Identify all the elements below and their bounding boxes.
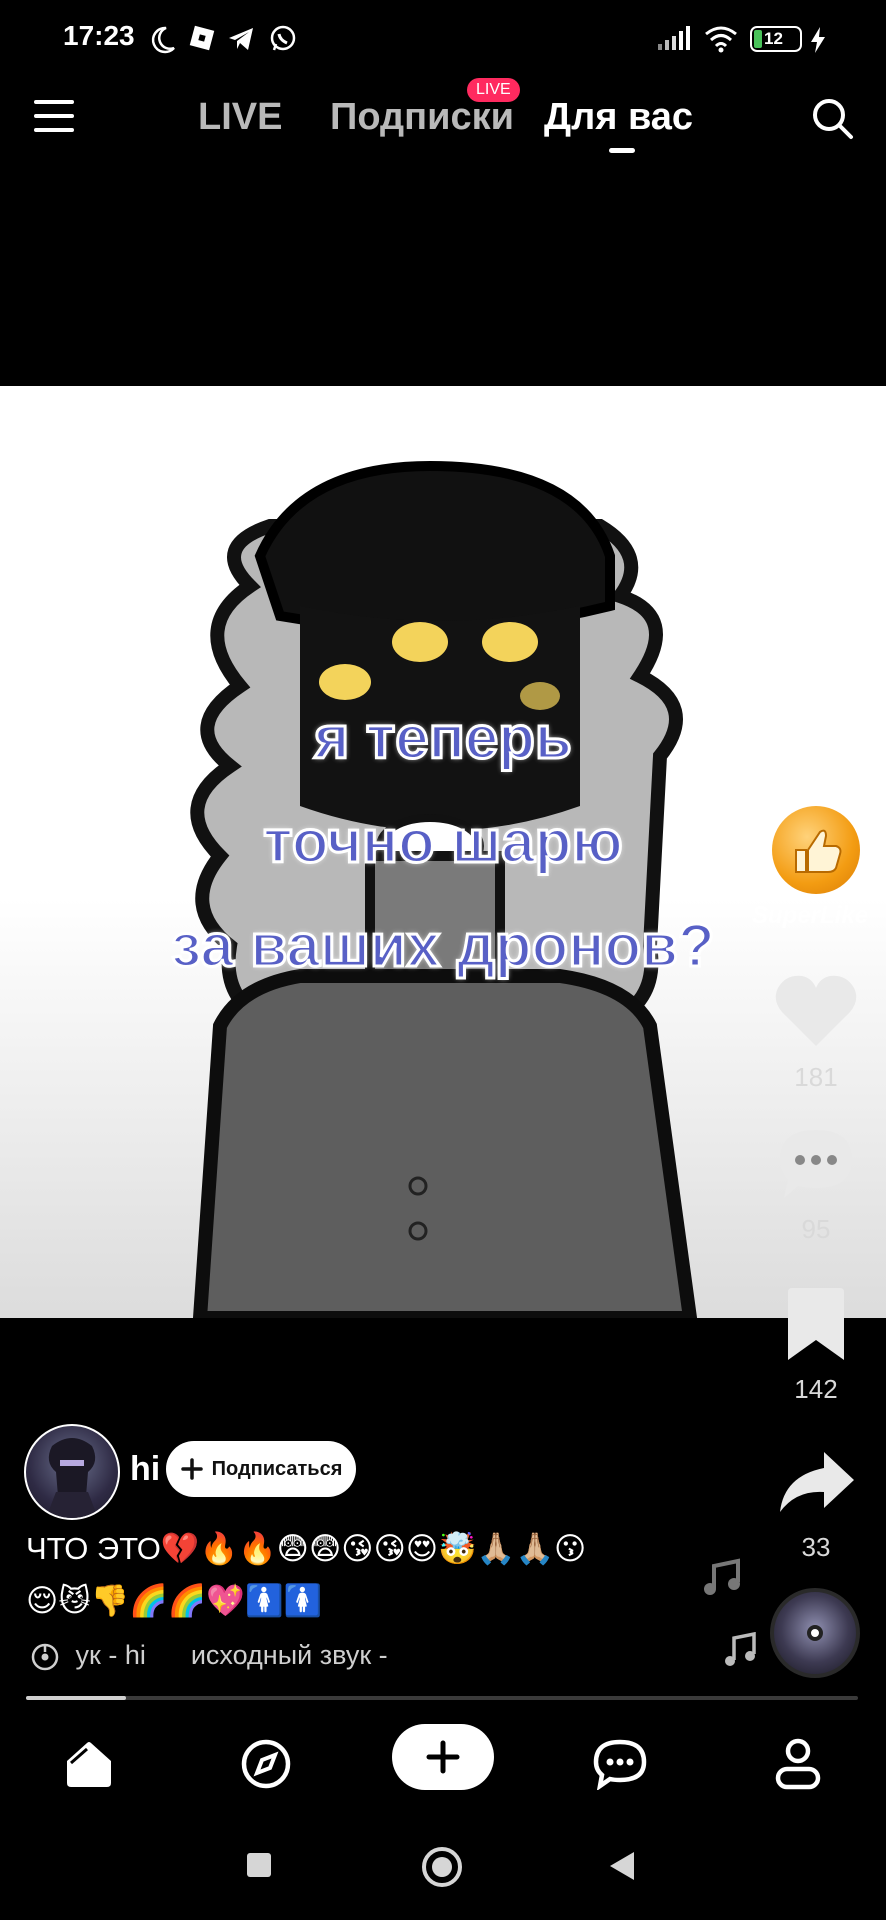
profile-icon <box>775 1738 821 1790</box>
sound-row[interactable]: ук - hi исходный звук - <box>30 1640 388 1672</box>
menu-icon[interactable] <box>32 96 76 136</box>
nav-explore[interactable] <box>236 1734 296 1794</box>
status-time: 17:23 <box>63 20 135 51</box>
tab-subscriptions[interactable]: Подписки <box>330 96 514 139</box>
plus-icon <box>426 1740 460 1774</box>
overlay-line-1: я теперь <box>313 703 574 773</box>
thumbs-up-icon <box>795 829 842 873</box>
video-overlay-text: я теперь точно шарю за ваших дронов? <box>0 686 886 998</box>
like-count: 181 <box>794 1062 838 1092</box>
signal-icon <box>658 26 690 50</box>
bookmark-icon[interactable] <box>784 1288 848 1362</box>
caption-line-1[interactable]: ЧТО ЭТО💔🔥🔥😨😨😘😘😍🤯🙏🏼🙏🏼😗 <box>26 1530 586 1567</box>
sound-disc[interactable] <box>770 1588 860 1678</box>
video-player[interactable]: я теперь точно шарю за ваших дронов? <box>0 386 886 1318</box>
superlike-button[interactable] <box>772 806 860 894</box>
music-note-icon <box>704 1558 740 1595</box>
search-icon[interactable] <box>810 96 854 140</box>
home-icon <box>67 1742 111 1787</box>
create-button[interactable] <box>392 1724 494 1790</box>
music-note-icon <box>725 1632 756 1666</box>
battery-level: 12 <box>764 29 783 48</box>
live-badge: LIVE <box>467 78 520 102</box>
moon-icon <box>151 26 175 54</box>
battery-icon: 12 <box>750 26 802 52</box>
heart-icon[interactable] <box>772 972 860 1052</box>
tab-for-you[interactable]: Для вас <box>544 96 693 139</box>
superlike-label: SuperLike <box>752 902 869 929</box>
chat-icon <box>593 1739 647 1790</box>
charging-icon <box>811 27 825 53</box>
telegram-icon <box>229 28 253 50</box>
author-avatar[interactable] <box>24 1424 120 1520</box>
follow-label: Подписаться <box>211 1457 343 1480</box>
comment-icon[interactable] <box>776 1126 856 1202</box>
follow-button[interactable]: Подписаться <box>166 1441 356 1497</box>
wifi-icon <box>705 26 737 53</box>
disc-center <box>807 1625 823 1641</box>
recent-apps-button[interactable] <box>246 1852 272 1878</box>
share-count: 33 <box>801 1532 831 1562</box>
share-icon[interactable] <box>776 1448 856 1516</box>
active-tab-indicator <box>609 148 635 153</box>
compass-icon <box>241 1739 291 1789</box>
avatar-image <box>46 1438 98 1518</box>
overlay-line-2: точно шарю <box>262 807 624 877</box>
plus-icon <box>180 1458 203 1480</box>
back-system-button[interactable] <box>608 1850 638 1882</box>
sound-text: ук - hi исходный звук - <box>75 1640 388 1670</box>
home-system-button[interactable] <box>420 1845 464 1889</box>
nav-home[interactable] <box>58 1734 118 1794</box>
comment-count: 95 <box>801 1214 831 1244</box>
save-count: 142 <box>794 1374 838 1404</box>
nav-profile[interactable] <box>768 1734 828 1794</box>
roblox-icon <box>189 25 215 51</box>
whatsapp-icon <box>270 25 296 51</box>
caption-line-2[interactable]: 😌😼👎🌈🌈💖🚺🚺 <box>26 1582 322 1619</box>
progress-fill <box>26 1696 126 1700</box>
tab-live[interactable]: LIVE <box>198 96 282 139</box>
nav-messages[interactable] <box>590 1734 650 1794</box>
video-progress-bar[interactable] <box>26 1696 858 1700</box>
author-name[interactable]: hi <box>130 1450 160 1489</box>
sound-disc-icon <box>31 1643 59 1671</box>
